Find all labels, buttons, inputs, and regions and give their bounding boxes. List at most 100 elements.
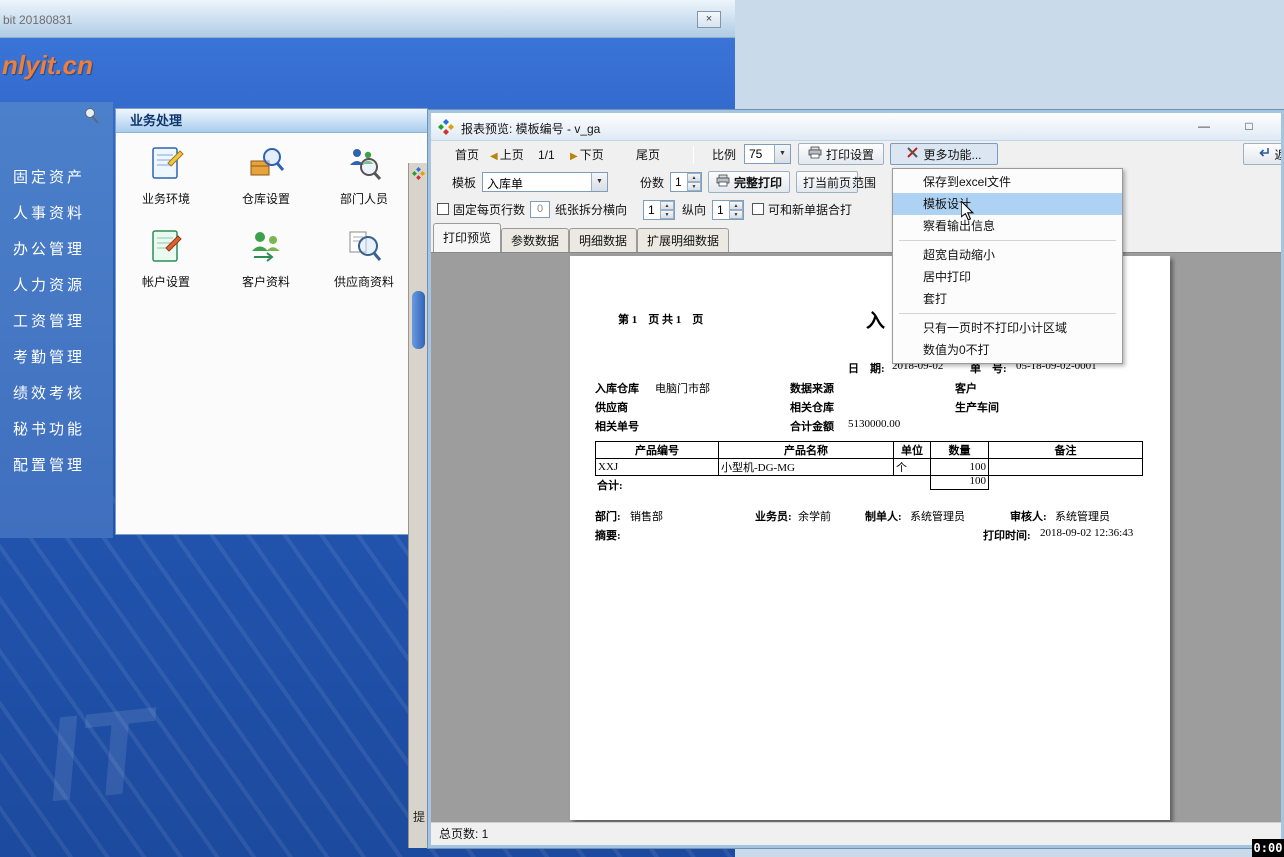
sidebar-item-personnel-data[interactable]: 人事资料	[0, 196, 113, 232]
dept-label: 部门:	[595, 508, 621, 524]
status-bar: 总页数: 1	[431, 822, 1281, 845]
cell-product-no: XXJ	[596, 459, 719, 476]
hidden-window-text: 提	[413, 808, 425, 825]
minimize-button[interactable]: —	[1189, 116, 1219, 137]
background-watermark: IT	[39, 681, 159, 829]
tab-detail-data[interactable]: 明细数据	[569, 228, 637, 252]
spin-up-icon[interactable]: ▲	[660, 201, 674, 210]
chevron-down-icon[interactable]: ▼	[591, 173, 607, 191]
fixed-rows-input[interactable]: 0	[530, 201, 550, 218]
main-window-close-button[interactable]: ×	[697, 11, 721, 28]
sidebar-item-secretary[interactable]: 秘书功能	[0, 412, 113, 448]
hidden-window-edge: 提	[408, 163, 428, 848]
business-panel: 业务处理 业务环境 仓库设置 部门人员	[115, 108, 428, 535]
chevron-down-icon[interactable]: ▼	[774, 145, 790, 163]
sidebar-item-performance[interactable]: 绩效考核	[0, 376, 113, 412]
menu-item-no-subtotal-single-page[interactable]: 只有一页时不打印小计区域	[893, 317, 1122, 339]
salesman-value: 余学前	[798, 508, 831, 524]
scale-select[interactable]: 75 ▼	[744, 144, 791, 164]
printer-icon	[808, 146, 822, 162]
sidebar-item-human-resources[interactable]: 人力资源	[0, 268, 113, 304]
printer-icon	[716, 174, 730, 190]
menu-separator	[899, 313, 1116, 314]
spin-down-icon[interactable]: ▼	[660, 210, 674, 219]
panel-item-warehouse-settings[interactable]: 仓库设置	[220, 143, 312, 207]
sidebar-item-attendance-mgmt[interactable]: 考勤管理	[0, 340, 113, 376]
fixed-rows-checkbox[interactable]	[437, 203, 449, 215]
main-window-titlebar: bit 20180831 ×	[0, 0, 735, 38]
spin-up-icon[interactable]: ▲	[687, 173, 701, 182]
account-notebook-icon	[146, 253, 186, 270]
menu-item-center-print[interactable]: 居中打印	[893, 266, 1122, 288]
personnel-search-icon	[344, 170, 384, 187]
split-vertical-spinner[interactable]: 1 ▲ ▼	[712, 200, 744, 220]
sidebar-item-salary-mgmt[interactable]: 工资管理	[0, 304, 113, 340]
print-current-button[interactable]: 打当前页	[796, 171, 858, 193]
sidebar-item-config-mgmt[interactable]: 配置管理	[0, 448, 113, 484]
sidebar-item-fixed-assets[interactable]: 固定资产	[0, 160, 113, 196]
report-total-qty: 100	[930, 474, 989, 490]
maximize-button[interactable]: □	[1234, 116, 1264, 137]
spin-up-icon[interactable]: ▲	[729, 201, 743, 210]
return-arrow-icon	[1257, 146, 1270, 162]
total-amount-value: 5130000.00	[848, 418, 900, 430]
preview-tabs: 打印预览参数数据明细数据扩展明细数据	[433, 223, 729, 252]
copies-spinner[interactable]: 1 ▲ ▼	[670, 172, 702, 192]
back-button[interactable]: 返回	[1243, 143, 1281, 165]
workshop-label: 生产车间	[955, 399, 999, 415]
first-page-button[interactable]: 首页	[455, 145, 479, 165]
menu-item-auto-shrink[interactable]: 超宽自动缩小	[893, 244, 1122, 266]
tab-param-data[interactable]: 参数数据	[501, 228, 569, 252]
page-indicator: 1/1	[538, 145, 555, 165]
panel-item-business-env[interactable]: 业务环境	[120, 143, 212, 207]
merge-print-label: 可和新单据合打	[768, 200, 852, 220]
panel-item-account-settings[interactable]: 帐户设置	[120, 226, 212, 290]
supplier-search-icon	[344, 253, 384, 270]
template-select[interactable]: 入库单 ▼	[482, 172, 608, 192]
source-label: 数据来源	[790, 380, 834, 396]
more-functions-menu: 保存到excel文件 模板设计 察看输出信息 超宽自动缩小 居中打印 套打 只有…	[892, 168, 1123, 364]
preview-area[interactable]: 第 1 页 共 1 页 入库单 日 期: 2018-09-02 单 号: 05-…	[431, 252, 1281, 822]
cell-unit: 个	[894, 459, 931, 476]
range-label: 范围	[852, 173, 876, 193]
pushpin-icon[interactable]	[82, 106, 102, 126]
next-icon: ▶	[570, 151, 578, 162]
merge-print-checkbox[interactable]	[752, 203, 764, 215]
related-no-label: 相关单号	[595, 418, 639, 434]
brand-logo: nlyit.cn	[2, 50, 93, 81]
warehouse-value: 电脑门市部	[655, 380, 710, 396]
warehouse-label: 入库仓库	[595, 380, 639, 396]
panel-item-customer-data[interactable]: 客户资料	[220, 226, 312, 290]
scrollbar-thumb[interactable]	[412, 291, 425, 349]
full-print-button[interactable]: 完整打印	[708, 171, 790, 193]
last-page-button[interactable]: 尾页	[636, 145, 660, 165]
toolbar-options: 固定每页行数 0 纸张拆分横向 1 ▲ ▼ 纵向 1 ▲ ▼ 可和新单据合打	[431, 197, 1281, 223]
print-settings-button[interactable]: 打印设置	[798, 143, 884, 165]
prev-page-button[interactable]: ◀上页	[490, 145, 524, 167]
split-horizontal-spinner[interactable]: 1 ▲ ▼	[643, 200, 675, 220]
tab-ext-detail-data[interactable]: 扩展明细数据	[637, 228, 729, 252]
menu-item-view-output[interactable]: 察看输出信息	[893, 215, 1122, 237]
maker-label: 制单人:	[865, 508, 902, 524]
panel-item-supplier-data[interactable]: 供应商资料	[318, 226, 410, 290]
template-label: 模板	[452, 173, 476, 193]
copies-label: 份数	[640, 173, 664, 193]
menu-item-template-design[interactable]: 模板设计	[893, 193, 1122, 215]
toolbar-separator	[693, 146, 694, 164]
spin-down-icon[interactable]: ▼	[687, 182, 701, 191]
warehouse-search-icon	[246, 170, 286, 187]
menu-item-skip-zero[interactable]: 数值为0不打	[893, 339, 1122, 361]
more-functions-button[interactable]: 更多功能...	[890, 143, 998, 165]
menu-item-overlay-print[interactable]: 套打	[893, 288, 1122, 310]
menu-item-save-excel[interactable]: 保存到excel文件	[893, 171, 1122, 193]
next-page-button[interactable]: ▶下页	[570, 145, 604, 167]
spin-down-icon[interactable]: ▼	[729, 210, 743, 219]
preview-titlebar[interactable]: 报表预览: 模板编号 - v_ga — □	[431, 113, 1281, 141]
tab-print-preview[interactable]: 打印预览	[433, 223, 501, 252]
recording-timer: 0:00	[1252, 839, 1284, 857]
customer-label: 客户	[955, 380, 977, 396]
col-product-no: 产品编号	[596, 442, 719, 459]
panel-item-dept-personnel[interactable]: 部门人员	[318, 143, 410, 207]
sidebar-item-office-mgmt[interactable]: 办公管理	[0, 232, 113, 268]
cell-qty: 100	[931, 459, 989, 476]
